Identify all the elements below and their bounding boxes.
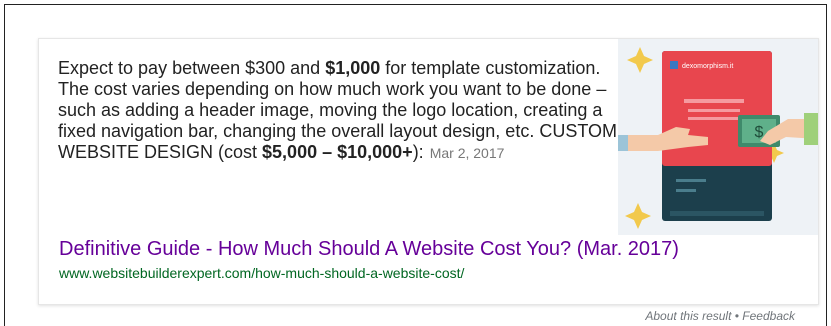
snippet-text: Expect to pay between $300 and $1,000 fo… bbox=[58, 58, 618, 164]
result-thumbnail[interactable]: dexomorphism.it $ bbox=[618, 39, 818, 235]
snippet-bold-price: $1,000 bbox=[325, 58, 381, 78]
footer-separator: • bbox=[731, 309, 743, 323]
screenshot-frame: Expect to pay between $300 and $1,000 fo… bbox=[4, 4, 827, 326]
snippet-bold-price-range: $5,000 – $10,000+ bbox=[262, 142, 413, 162]
featured-snippet-card: Expect to pay between $300 and $1,000 fo… bbox=[38, 38, 819, 305]
result-url: www.websitebuilderexpert.com/how-much-sh… bbox=[59, 265, 465, 281]
result-footer: About this result • Feedback bbox=[645, 309, 795, 323]
result-title-link[interactable]: Definitive Guide - How Much Should A Web… bbox=[59, 238, 679, 261]
thumbnail-site-label: dexomorphism.it bbox=[682, 63, 733, 70]
feedback-link[interactable]: Feedback bbox=[742, 309, 795, 323]
snippet-date: Mar 2, 2017 bbox=[429, 145, 505, 161]
about-this-result-link[interactable]: About this result bbox=[645, 309, 731, 323]
snippet-text-part: ): bbox=[412, 142, 424, 162]
snippet-text-part: Expect to pay between $300 and bbox=[58, 58, 326, 78]
thumbnail-illustration: dexomorphism.it $ bbox=[618, 39, 818, 235]
